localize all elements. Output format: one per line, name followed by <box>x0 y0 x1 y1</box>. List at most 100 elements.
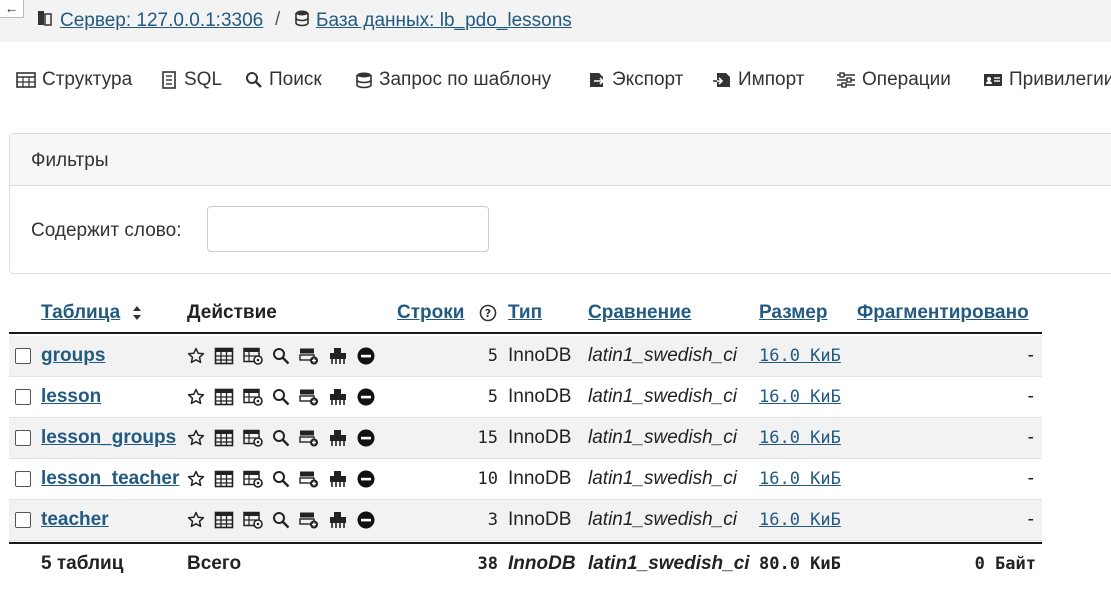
row-overhead: - <box>1027 345 1034 366</box>
tab-label: Поиск <box>269 69 322 90</box>
row-overhead: - <box>1027 509 1034 530</box>
back-button[interactable]: ← <box>0 0 24 18</box>
table-name-link[interactable]: lesson_teacher <box>41 468 179 490</box>
tab-query[interactable]: Запрос по шаблону <box>355 69 551 91</box>
breadcrumb-server[interactable]: Сервер: 127.0.0.1:3306 <box>36 9 263 33</box>
row-size-link[interactable]: 16.0 КиБ <box>759 428 841 448</box>
tab-label: Запрос по шаблону <box>379 69 552 90</box>
row-size-link[interactable]: 16.0 КиБ <box>759 387 841 407</box>
tab-label: SQL <box>184 69 223 90</box>
table-row: lesson_teacher 10 InnoDB latin1_swedish_… <box>9 459 1042 500</box>
sort-by-size-link[interactable]: Размер <box>759 302 827 324</box>
server-icon <box>36 9 54 33</box>
insert-icon[interactable] <box>299 347 319 365</box>
col-overhead-header[interactable]: Фрагментировано <box>857 294 1029 332</box>
row-checkbox[interactable] <box>15 512 31 528</box>
tab-operations[interactable]: Операции <box>836 69 951 91</box>
total-sum-label: Всего <box>187 553 242 574</box>
insert-icon[interactable] <box>299 470 319 488</box>
col-collation-header[interactable]: Сравнение <box>588 294 691 332</box>
search-icon[interactable] <box>272 388 290 406</box>
sort-by-collation-link[interactable]: Сравнение <box>588 302 691 324</box>
row-actions <box>187 418 375 458</box>
col-size-header[interactable]: Размер <box>759 294 827 332</box>
sort-by-table-link[interactable]: Таблица <box>41 302 120 324</box>
operations-icon <box>837 72 855 88</box>
insert-icon[interactable] <box>299 429 319 447</box>
tab-label: Операции <box>862 69 951 90</box>
row-actions <box>187 459 375 499</box>
structure-gear-icon[interactable] <box>243 429 263 447</box>
structure-gear-icon[interactable] <box>243 347 263 365</box>
col-type-header[interactable]: Тип <box>508 294 542 332</box>
table-row: teacher 3 InnoDB latin1_swedish_ci 16.0 … <box>9 500 1042 541</box>
row-size-link[interactable]: 16.0 КиБ <box>759 469 841 489</box>
browse-icon[interactable] <box>214 470 234 488</box>
favorite-star-icon[interactable] <box>187 388 205 406</box>
tab-search[interactable]: Поиск <box>245 69 322 91</box>
table-name-link[interactable]: lesson_groups <box>41 427 176 449</box>
row-engine: InnoDB <box>508 509 572 530</box>
table-name-link[interactable]: groups <box>41 345 105 367</box>
empty-table-icon[interactable] <box>328 470 348 488</box>
col-rows-header[interactable]: Строки <box>397 294 464 332</box>
favorite-star-icon[interactable] <box>187 470 205 488</box>
filter-contains-input[interactable] <box>207 206 489 252</box>
search-icon[interactable] <box>272 470 290 488</box>
tab-sql[interactable]: SQL <box>160 69 222 91</box>
rows-help-icon[interactable]: ? <box>479 294 497 332</box>
empty-table-icon[interactable] <box>328 511 348 529</box>
favorite-star-icon[interactable] <box>187 429 205 447</box>
row-checkbox[interactable] <box>15 471 31 487</box>
tab-label: Структура <box>42 69 133 90</box>
browse-icon[interactable] <box>214 347 234 365</box>
tab-privileges[interactable]: Привилегии <box>983 69 1111 91</box>
sql-icon <box>162 71 176 89</box>
insert-icon[interactable] <box>299 511 319 529</box>
empty-table-icon[interactable] <box>328 429 348 447</box>
filters-panel: Фильтры Содержит слово: <box>9 133 1111 274</box>
favorite-star-icon[interactable] <box>187 347 205 365</box>
row-overhead: - <box>1027 468 1034 489</box>
browse-icon[interactable] <box>214 511 234 529</box>
row-size-link[interactable]: 16.0 КиБ <box>759 510 841 530</box>
breadcrumb-database[interactable]: База данных: lb_pdo_lessons <box>294 9 572 33</box>
empty-table-icon[interactable] <box>328 347 348 365</box>
drop-icon[interactable] <box>357 429 375 447</box>
favorite-star-icon[interactable] <box>187 511 205 529</box>
structure-gear-icon[interactable] <box>243 388 263 406</box>
sort-by-rows-link[interactable]: Строки <box>397 302 464 324</box>
search-icon[interactable] <box>272 347 290 365</box>
drop-icon[interactable] <box>357 388 375 406</box>
browse-icon[interactable] <box>214 388 234 406</box>
sort-by-overhead-link[interactable]: Фрагментировано <box>857 302 1029 324</box>
tab-export[interactable]: Экспорт <box>588 69 683 91</box>
drop-icon[interactable] <box>357 511 375 529</box>
breadcrumb-server-link[interactable]: Сервер: 127.0.0.1:3306 <box>60 10 263 32</box>
col-table-header[interactable]: Таблица <box>41 294 142 332</box>
sort-by-type-link[interactable]: Тип <box>508 302 542 324</box>
empty-table-icon[interactable] <box>328 388 348 406</box>
filters-title: Фильтры <box>10 134 1111 186</box>
browse-icon[interactable] <box>214 429 234 447</box>
breadcrumb-database-link[interactable]: База данных: lb_pdo_lessons <box>316 10 572 32</box>
table-name-link[interactable]: teacher <box>41 509 109 531</box>
structure-gear-icon[interactable] <box>243 470 263 488</box>
search-icon[interactable] <box>272 429 290 447</box>
row-size-link[interactable]: 16.0 КиБ <box>759 346 841 366</box>
search-icon <box>246 72 262 88</box>
insert-icon[interactable] <box>299 388 319 406</box>
row-collation: latin1_swedish_ci <box>588 386 737 407</box>
privileges-icon <box>984 74 1002 86</box>
table-name-link[interactable]: lesson <box>41 386 101 408</box>
row-actions <box>187 500 375 540</box>
drop-icon[interactable] <box>357 347 375 365</box>
search-icon[interactable] <box>272 511 290 529</box>
tab-structure[interactable]: Структура <box>16 69 132 91</box>
tab-import[interactable]: Импорт <box>712 69 804 91</box>
row-checkbox[interactable] <box>15 389 31 405</box>
drop-icon[interactable] <box>357 470 375 488</box>
row-checkbox[interactable] <box>15 348 31 364</box>
structure-gear-icon[interactable] <box>243 511 263 529</box>
row-checkbox[interactable] <box>15 430 31 446</box>
